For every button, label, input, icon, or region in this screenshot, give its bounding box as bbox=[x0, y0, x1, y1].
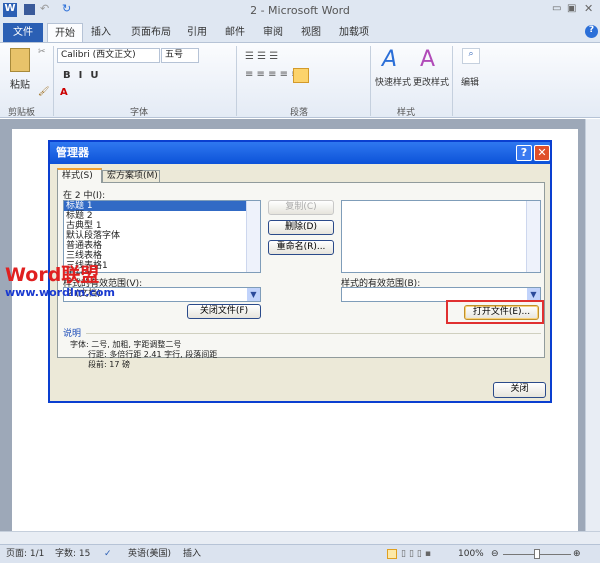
align-icons[interactable]: ≡ ≡ ≡ ≡ ≡ bbox=[245, 69, 300, 80]
tab-styles[interactable]: 样式(S) bbox=[57, 168, 102, 183]
bullets-icon[interactable]: ☰ ☰ ☰ bbox=[245, 51, 278, 62]
edit-label[interactable]: 编辑 bbox=[461, 75, 479, 88]
dialog-close-icon[interactable]: ✕ bbox=[534, 145, 550, 161]
word-count[interactable]: 字数: 15 bbox=[55, 545, 90, 563]
paste-icon[interactable] bbox=[10, 48, 30, 72]
quick-styles-label[interactable]: 快速样式 bbox=[375, 75, 411, 88]
proofing-icon[interactable]: ✓ bbox=[104, 545, 112, 563]
ribbon: 粘贴 ✂ 🖌 Calibri (西文正文) 五号 BIU A ☰ ☰ ☰ ≡ ≡… bbox=[0, 42, 600, 118]
close-file-button[interactable]: 关闭文件(F) bbox=[187, 304, 261, 319]
watermark-logo: Word联盟 bbox=[5, 264, 100, 286]
group-paragraph: 段落 bbox=[290, 108, 309, 118]
tab-references[interactable]: 引用 bbox=[182, 23, 212, 42]
group-font: 字体 bbox=[130, 108, 149, 118]
list-scrollbar[interactable] bbox=[246, 201, 260, 272]
group-clipboard: 剪贴板 bbox=[8, 108, 36, 118]
font-color-icon[interactable]: A bbox=[60, 87, 68, 98]
dialog-help-icon[interactable]: ? bbox=[516, 145, 532, 161]
quick-styles-icon[interactable]: A bbox=[382, 47, 397, 72]
rename-button[interactable]: 重命名(R)... bbox=[268, 240, 334, 255]
organizer-dialog: 管理器 ? ✕ 样式(S) 宏方案项(M) 在 2 中(I): 标题 1 标题 … bbox=[48, 140, 552, 403]
font-size-dropdown[interactable]: 五号 bbox=[161, 48, 199, 63]
tab-layout[interactable]: 页面布局 bbox=[126, 23, 176, 42]
target-styles-list[interactable] bbox=[341, 200, 541, 273]
group-styles: 样式 bbox=[397, 108, 416, 118]
list-item[interactable]: 默认段落字体 bbox=[64, 231, 260, 241]
chevron-down-icon[interactable]: ▼ bbox=[247, 288, 260, 301]
ribbon-tabs: 文件 开始 插入 页面布局 引用 邮件 审阅 视图 加载项 ? bbox=[0, 20, 600, 42]
zoom-out-icon[interactable]: ⊖ bbox=[491, 545, 499, 563]
change-styles-icon[interactable]: A bbox=[420, 47, 435, 72]
tab-review[interactable]: 审阅 bbox=[258, 23, 288, 42]
tab-file[interactable]: 文件 bbox=[3, 23, 43, 42]
window-title: 2 - Microsoft Word bbox=[250, 4, 350, 17]
justify-button[interactable] bbox=[293, 68, 309, 83]
close-button[interactable]: 关闭 bbox=[493, 382, 546, 398]
cut-icon[interactable]: ✂ bbox=[38, 47, 46, 57]
horizontal-scrollbar[interactable] bbox=[0, 531, 600, 544]
zoom-slider-thumb[interactable] bbox=[534, 549, 540, 559]
maximize-icon[interactable]: ▣ bbox=[567, 3, 576, 14]
page-count[interactable]: 页面: 1/1 bbox=[6, 545, 44, 563]
title-bar: W ↶ ↻ 2 - Microsoft Word ▭ ▣ ✕ bbox=[0, 0, 600, 20]
font-name-dropdown[interactable]: Calibri (西文正文) bbox=[57, 48, 160, 63]
copy-button[interactable]: 复制(C) bbox=[268, 200, 334, 215]
change-styles-label[interactable]: 更改样式 bbox=[413, 75, 449, 88]
list-item[interactable]: 标题 1 bbox=[64, 201, 260, 211]
paste-label[interactable]: 粘贴 bbox=[10, 76, 30, 91]
tab-view[interactable]: 视图 bbox=[296, 23, 326, 42]
close-window-icon[interactable]: ✕ bbox=[584, 2, 593, 15]
zoom-level[interactable]: 100% bbox=[458, 545, 484, 563]
format-buttons[interactable]: BIU bbox=[63, 70, 106, 81]
delete-button[interactable]: 删除(D) bbox=[268, 220, 334, 235]
watermark-url: www.wordlm.com bbox=[5, 286, 115, 299]
print-layout-icon[interactable] bbox=[387, 549, 397, 559]
language[interactable]: 英语(美国) bbox=[128, 545, 171, 563]
description-heading: 说明 bbox=[63, 329, 82, 339]
view-icons[interactable]: ▯▯▯▪ bbox=[401, 545, 434, 563]
tab-home[interactable]: 开始 bbox=[47, 23, 83, 42]
list-item[interactable]: 古典型 1 bbox=[64, 221, 260, 231]
vertical-scrollbar[interactable] bbox=[585, 119, 600, 531]
format-painter-icon[interactable]: 🖌 bbox=[38, 87, 49, 97]
tab-mailings[interactable]: 邮件 bbox=[220, 23, 250, 42]
open-file-button[interactable]: 打开文件(E)... bbox=[464, 305, 539, 320]
tab-macro-items[interactable]: 宏方案项(M) bbox=[102, 170, 160, 183]
status-bar: 页面: 1/1 字数: 15 ✓ 英语(美国) 插入 ▯▯▯▪ 100% ⊖ ⊕ bbox=[0, 544, 600, 563]
list-item[interactable]: 普通表格 bbox=[64, 241, 260, 251]
minimize-icon[interactable]: ▭ bbox=[552, 3, 561, 14]
dialog-title: 管理器 bbox=[50, 142, 550, 164]
tab-insert[interactable]: 插入 bbox=[86, 23, 116, 42]
list-item[interactable]: 标题 2 bbox=[64, 211, 260, 221]
insert-mode[interactable]: 插入 bbox=[183, 545, 201, 563]
help-icon[interactable]: ? bbox=[585, 25, 598, 38]
description: 字体: 二号, 加粗, 字距调整二号 行距: 多倍行距 2.41 字行, 段落间… bbox=[70, 340, 218, 369]
tab-addins[interactable]: 加载项 bbox=[334, 23, 374, 42]
zoom-in-icon[interactable]: ⊕ bbox=[573, 545, 581, 563]
find-icon[interactable]: ⌕ bbox=[462, 48, 480, 64]
